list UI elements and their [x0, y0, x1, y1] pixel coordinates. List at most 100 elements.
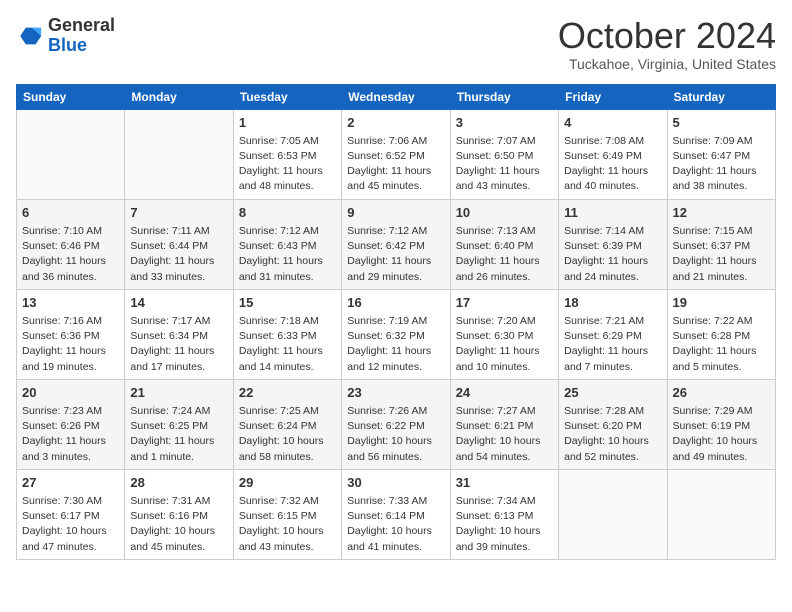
day-number: 31: [456, 474, 553, 492]
day-number: 14: [130, 294, 227, 312]
day-info: Sunrise: 7:06 AMSunset: 6:52 PMDaylight:…: [347, 134, 444, 195]
weekday-header-tuesday: Tuesday: [233, 84, 341, 109]
logo-blue: Blue: [48, 35, 87, 55]
calendar-cell: 10Sunrise: 7:13 AMSunset: 6:40 PMDayligh…: [450, 199, 558, 289]
calendar-cell: 9 Sunrise: 7:12 AMSunset: 6:42 PMDaylight…: [342, 199, 450, 289]
day-number: 15: [239, 294, 336, 312]
calendar-cell: 2 Sunrise: 7:06 AMSunset: 6:52 PMDaylight…: [342, 109, 450, 199]
calendar-week-4: 20 Sunrise: 7:23 AMSunset: 6:26 PMDayligh…: [17, 379, 776, 469]
day-info: Sunrise: 7:23 AMSunset: 6:26 PMDaylight:…: [22, 404, 119, 465]
day-number: 4: [564, 114, 661, 132]
day-info: Sunrise: 7:10 AMSunset: 6:46 PMDaylight:…: [22, 224, 119, 285]
day-number: 21: [130, 384, 227, 402]
logo-icon: [16, 22, 44, 50]
day-number: 20: [22, 384, 119, 402]
day-number: 19: [673, 294, 770, 312]
day-number: 24: [456, 384, 553, 402]
calendar-week-5: 27 Sunrise: 7:30 AMSunset: 6:17 PMDayligh…: [17, 469, 776, 559]
day-info: Sunrise: 7:11 AMSunset: 6:44 PMDaylight:…: [130, 224, 227, 285]
day-number: 30: [347, 474, 444, 492]
day-number: 27: [22, 474, 119, 492]
day-info: Sunrise: 7:22 AMSunset: 6:28 PMDaylight:…: [673, 314, 770, 375]
calendar-cell: 20 Sunrise: 7:23 AMSunset: 6:26 PMDayligh…: [17, 379, 125, 469]
calendar-cell: [559, 469, 667, 559]
logo: General Blue: [16, 16, 115, 56]
calendar-table: SundayMondayTuesdayWednesdayThursdayFrid…: [16, 84, 776, 560]
calendar-cell: 12Sunrise: 7:15 AMSunset: 6:37 PMDayligh…: [667, 199, 775, 289]
day-info: Sunrise: 7:34 AMSunset: 6:13 PMDaylight:…: [456, 494, 553, 555]
calendar-cell: 26 Sunrise: 7:29 AMSunset: 6:19 PMDayligh…: [667, 379, 775, 469]
day-number: 10: [456, 204, 553, 222]
calendar-cell: 25Sunrise: 7:28 AMSunset: 6:20 PMDayligh…: [559, 379, 667, 469]
day-info: Sunrise: 7:24 AMSunset: 6:25 PMDaylight:…: [130, 404, 227, 465]
day-info: Sunrise: 7:31 AMSunset: 6:16 PMDaylight:…: [130, 494, 227, 555]
logo-general: General: [48, 15, 115, 35]
calendar-cell: 24 Sunrise: 7:27 AMSunset: 6:21 PMDayligh…: [450, 379, 558, 469]
calendar-cell: 14 Sunrise: 7:17 AMSunset: 6:34 PMDayligh…: [125, 289, 233, 379]
day-info: Sunrise: 7:33 AMSunset: 6:14 PMDaylight:…: [347, 494, 444, 555]
calendar-cell: 17Sunrise: 7:20 AMSunset: 6:30 PMDayligh…: [450, 289, 558, 379]
day-number: 6: [22, 204, 119, 222]
day-number: 2: [347, 114, 444, 132]
calendar-cell: 31 Sunrise: 7:34 AMSunset: 6:13 PMDayligh…: [450, 469, 558, 559]
location-subtitle: Tuckahoe, Virginia, United States: [558, 56, 776, 72]
day-info: Sunrise: 7:27 AMSunset: 6:21 PMDaylight:…: [456, 404, 553, 465]
month-title: October 2024: [558, 16, 776, 56]
day-number: 13: [22, 294, 119, 312]
calendar-cell: 1Sunrise: 7:05 AMSunset: 6:53 PMDaylight…: [233, 109, 341, 199]
day-info: Sunrise: 7:30 AMSunset: 6:17 PMDaylight:…: [22, 494, 119, 555]
day-number: 5: [673, 114, 770, 132]
day-number: 3: [456, 114, 553, 132]
day-info: Sunrise: 7:17 AMSunset: 6:34 PMDaylight:…: [130, 314, 227, 375]
day-info: Sunrise: 7:16 AMSunset: 6:36 PMDaylight:…: [22, 314, 119, 375]
calendar-cell: 22 Sunrise: 7:25 AMSunset: 6:24 PMDayligh…: [233, 379, 341, 469]
day-info: Sunrise: 7:26 AMSunset: 6:22 PMDaylight:…: [347, 404, 444, 465]
day-info: Sunrise: 7:32 AMSunset: 6:15 PMDaylight:…: [239, 494, 336, 555]
day-number: 28: [130, 474, 227, 492]
day-number: 18: [564, 294, 661, 312]
day-info: Sunrise: 7:15 AMSunset: 6:37 PMDaylight:…: [673, 224, 770, 285]
logo-text: General Blue: [48, 16, 115, 56]
day-number: 9: [347, 204, 444, 222]
calendar-cell: 27 Sunrise: 7:30 AMSunset: 6:17 PMDayligh…: [17, 469, 125, 559]
day-number: 7: [130, 204, 227, 222]
calendar-cell: 6 Sunrise: 7:10 AMSunset: 6:46 PMDaylight…: [17, 199, 125, 289]
day-number: 22: [239, 384, 336, 402]
calendar-cell: 4 Sunrise: 7:08 AMSunset: 6:49 PMDaylight…: [559, 109, 667, 199]
calendar-cell: 8Sunrise: 7:12 AMSunset: 6:43 PMDaylight…: [233, 199, 341, 289]
weekday-header-saturday: Saturday: [667, 84, 775, 109]
calendar-cell: 23Sunrise: 7:26 AMSunset: 6:22 PMDayligh…: [342, 379, 450, 469]
calendar-cell: 19 Sunrise: 7:22 AMSunset: 6:28 PMDayligh…: [667, 289, 775, 379]
day-number: 11: [564, 204, 661, 222]
weekday-header-monday: Monday: [125, 84, 233, 109]
weekday-header-thursday: Thursday: [450, 84, 558, 109]
day-info: Sunrise: 7:25 AMSunset: 6:24 PMDaylight:…: [239, 404, 336, 465]
calendar-cell: 15 Sunrise: 7:18 AMSunset: 6:33 PMDayligh…: [233, 289, 341, 379]
day-info: Sunrise: 7:07 AMSunset: 6:50 PMDaylight:…: [456, 134, 553, 195]
calendar-cell: 16Sunrise: 7:19 AMSunset: 6:32 PMDayligh…: [342, 289, 450, 379]
day-number: 26: [673, 384, 770, 402]
day-number: 16: [347, 294, 444, 312]
weekday-header-sunday: Sunday: [17, 84, 125, 109]
calendar-cell: [17, 109, 125, 199]
calendar-cell: 29Sunrise: 7:32 AMSunset: 6:15 PMDayligh…: [233, 469, 341, 559]
calendar-week-1: 1Sunrise: 7:05 AMSunset: 6:53 PMDaylight…: [17, 109, 776, 199]
day-info: Sunrise: 7:12 AMSunset: 6:42 PMDaylight:…: [347, 224, 444, 285]
day-info: Sunrise: 7:08 AMSunset: 6:49 PMDaylight:…: [564, 134, 661, 195]
calendar-cell: 28 Sunrise: 7:31 AMSunset: 6:16 PMDayligh…: [125, 469, 233, 559]
day-info: Sunrise: 7:14 AMSunset: 6:39 PMDaylight:…: [564, 224, 661, 285]
day-number: 8: [239, 204, 336, 222]
calendar-cell: 3 Sunrise: 7:07 AMSunset: 6:50 PMDaylight…: [450, 109, 558, 199]
day-info: Sunrise: 7:29 AMSunset: 6:19 PMDaylight:…: [673, 404, 770, 465]
calendar-cell: 5Sunrise: 7:09 AMSunset: 6:47 PMDaylight…: [667, 109, 775, 199]
title-block: October 2024 Tuckahoe, Virginia, United …: [558, 16, 776, 72]
calendar-cell: 30 Sunrise: 7:33 AMSunset: 6:14 PMDayligh…: [342, 469, 450, 559]
calendar-cell: 18Sunrise: 7:21 AMSunset: 6:29 PMDayligh…: [559, 289, 667, 379]
day-info: Sunrise: 7:18 AMSunset: 6:33 PMDaylight:…: [239, 314, 336, 375]
calendar-cell: 13 Sunrise: 7:16 AMSunset: 6:36 PMDayligh…: [17, 289, 125, 379]
weekday-header-friday: Friday: [559, 84, 667, 109]
calendar-week-3: 13 Sunrise: 7:16 AMSunset: 6:36 PMDayligh…: [17, 289, 776, 379]
weekday-header-wednesday: Wednesday: [342, 84, 450, 109]
calendar-cell: [667, 469, 775, 559]
day-number: 25: [564, 384, 661, 402]
